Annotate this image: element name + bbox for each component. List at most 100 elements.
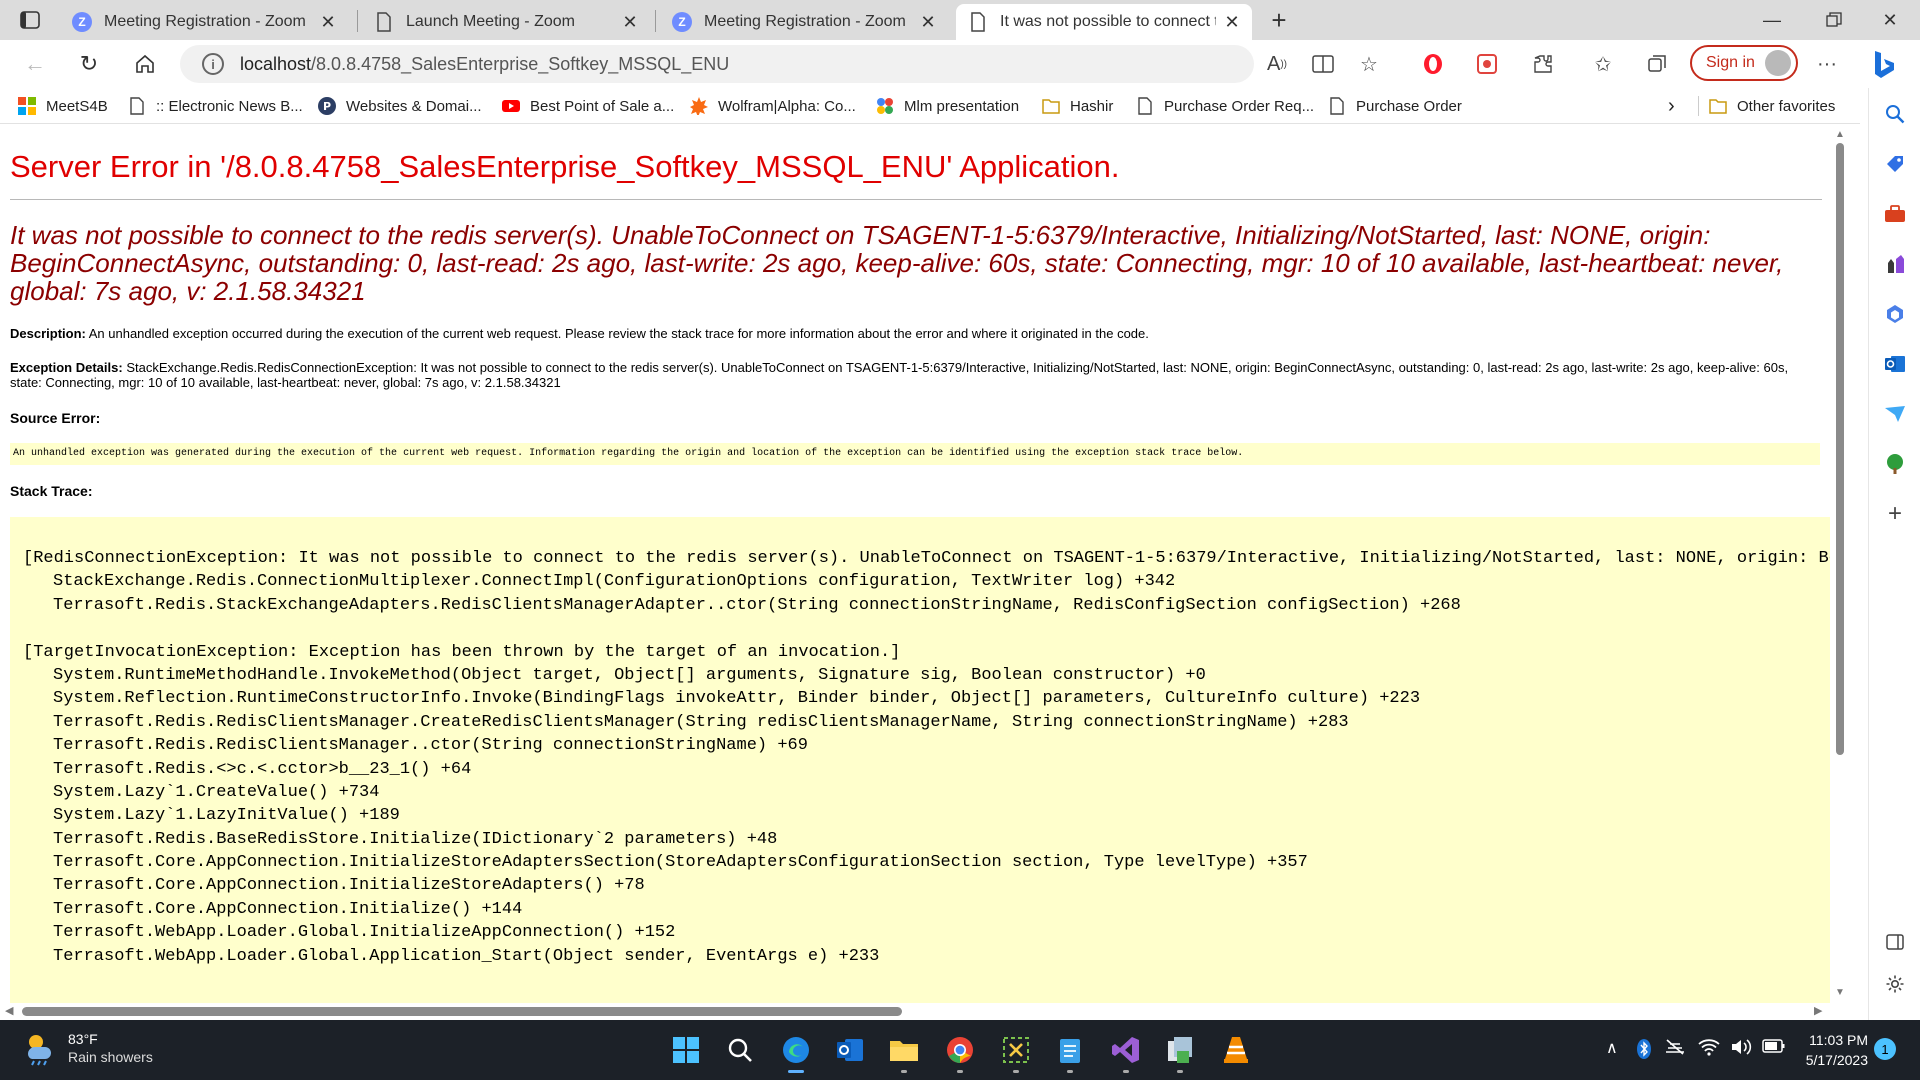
wifi-icon[interactable]	[1698, 1038, 1720, 1061]
running-indicator	[1013, 1070, 1019, 1073]
outlook-app-icon[interactable]	[830, 1030, 870, 1070]
immersive-reader-icon[interactable]	[1308, 50, 1338, 78]
favorite-label: MeetS4B	[46, 97, 108, 115]
chevron-up-icon[interactable]: ∧	[1606, 1038, 1618, 1058]
bluetooth-icon[interactable]	[1636, 1038, 1652, 1065]
weather-widget[interactable]: 83°F Rain showers	[22, 1030, 153, 1066]
scrollbar-thumb[interactable]	[1836, 143, 1844, 755]
network-off-icon[interactable]	[1664, 1038, 1686, 1061]
file-explorer-icon[interactable]	[884, 1030, 924, 1073]
stack-trace-line	[23, 617, 1830, 640]
volume-icon[interactable]	[1730, 1038, 1752, 1061]
outlook-icon[interactable]	[1881, 350, 1909, 378]
favorite-wolfram-alpha[interactable]: Wolfram|Alpha: Co...	[690, 94, 856, 118]
zoom-icon: Z	[672, 12, 692, 32]
restore-icon[interactable]	[1806, 0, 1862, 40]
battery-icon[interactable]	[1762, 1038, 1786, 1059]
split-screen-icon[interactable]	[1881, 928, 1909, 956]
microsoft-365-icon[interactable]	[1881, 300, 1909, 328]
vlc-icon[interactable]	[1216, 1030, 1256, 1070]
visual-studio-icon[interactable]	[1106, 1030, 1146, 1073]
search-icon[interactable]	[720, 1030, 760, 1070]
read-aloud-icon[interactable]: A))	[1262, 50, 1292, 78]
favorite-hashir-folder[interactable]: Hashir	[1042, 94, 1113, 118]
more-options-icon[interactable]: ···	[1812, 50, 1842, 78]
favorite-websites-domains[interactable]: P Websites & Domai...	[318, 94, 482, 118]
page-content: Server Error in '/8.0.8.4758_SalesEnterp…	[0, 125, 1830, 1003]
start-button[interactable]	[666, 1030, 706, 1070]
sign-in-label: Sign in	[1706, 54, 1755, 71]
tab-meeting-registration-1[interactable]: Z Meeting Registration - Zoom ✕	[60, 4, 348, 40]
browser-toolbar: ← ↻ i localhost/8.0.8.4758_SalesEnterpri…	[0, 40, 1920, 88]
exception-details-section: Exception Details: StackExchange.Redis.R…	[10, 360, 1822, 390]
tools-icon[interactable]	[1881, 200, 1909, 228]
favorite-best-pos[interactable]: Best Point of Sale a...	[502, 94, 674, 118]
chevron-right-icon[interactable]: ›	[1668, 94, 1675, 118]
file-manager-icon[interactable]	[1160, 1030, 1200, 1073]
scroll-left-icon[interactable]: ◀	[5, 1004, 13, 1017]
add-icon[interactable]: +	[1881, 500, 1909, 528]
add-favorite-icon[interactable]: ☆	[1354, 50, 1384, 78]
stack-trace-line: StackExchange.Redis.ConnectionMultiplexe…	[53, 572, 1176, 592]
address-bar[interactable]: i localhost/8.0.8.4758_SalesEnterprise_S…	[180, 45, 1254, 83]
chrome-app-icon[interactable]	[940, 1030, 980, 1073]
favorite-electronic-news[interactable]: :: Electronic News B...	[128, 94, 303, 118]
screenshot-extension-icon[interactable]	[1472, 50, 1502, 78]
document-icon	[1138, 97, 1152, 115]
site-info-icon[interactable]: i	[202, 53, 224, 75]
collections-icon[interactable]	[1642, 50, 1672, 78]
stack-trace-label: Stack Trace:	[10, 483, 93, 499]
scrollbar-thumb[interactable]	[22, 1007, 902, 1016]
back-icon[interactable]: ←	[18, 48, 52, 80]
horizontal-scrollbar[interactable]: ◀ ▶	[0, 1003, 1830, 1020]
close-icon[interactable]: ✕	[320, 12, 336, 33]
clock-date: 5/17/2023	[1805, 1052, 1868, 1068]
extensions-icon[interactable]	[1528, 50, 1558, 78]
favorite-meets4b[interactable]: MeetS4B	[18, 94, 108, 118]
snipping-tool-icon[interactable]	[996, 1030, 1036, 1073]
favorites-icon[interactable]: ✩	[1588, 50, 1618, 78]
search-icon[interactable]	[1881, 100, 1909, 128]
favorite-purchase-order[interactable]: Purchase Order	[1328, 94, 1462, 118]
divider	[10, 199, 1822, 200]
opera-extension-icon[interactable]	[1418, 50, 1448, 78]
settings-gear-icon[interactable]	[1881, 970, 1909, 998]
scroll-right-icon[interactable]: ▶	[1814, 1004, 1822, 1017]
close-window-icon[interactable]: ✕	[1862, 0, 1918, 40]
rain-cloud-icon	[27, 1035, 51, 1066]
favorite-label: Best Point of Sale a...	[530, 97, 675, 115]
colorful-icon	[877, 98, 893, 114]
edge-app-icon[interactable]	[776, 1030, 816, 1073]
shopping-tag-icon[interactable]	[1881, 150, 1909, 178]
tab-launch-meeting[interactable]: Launch Meeting - Zoom ✕	[362, 4, 650, 40]
scroll-down-icon[interactable]: ▼	[1835, 987, 1845, 998]
bing-copilot-icon[interactable]	[1864, 44, 1904, 84]
scroll-up-icon[interactable]: ▲	[1835, 129, 1845, 140]
notepad-icon[interactable]	[1050, 1030, 1090, 1073]
send-icon[interactable]	[1881, 400, 1909, 428]
games-icon[interactable]	[1881, 250, 1909, 278]
home-icon[interactable]	[128, 48, 162, 80]
svg-text:P: P	[323, 100, 331, 113]
vertical-scrollbar[interactable]: ▲ ▼	[1830, 125, 1850, 1003]
tab-meeting-registration-2[interactable]: Z Meeting Registration - Zoom ✕	[660, 4, 948, 40]
other-favorites[interactable]: Other favorites	[1698, 94, 1835, 118]
minimize-icon[interactable]: —	[1744, 0, 1800, 40]
running-indicator	[1067, 1070, 1073, 1073]
description-text: An unhandled exception occurred during t…	[88, 326, 1149, 341]
favorite-purchase-order-req[interactable]: Purchase Order Req...	[1136, 94, 1314, 118]
sign-in-button[interactable]: Sign in	[1690, 45, 1798, 81]
favorite-mlm-presentation[interactable]: Mlm presentation	[876, 94, 1019, 118]
tab-actions-icon[interactable]	[14, 8, 46, 32]
clock[interactable]: 11:03 PM 5/17/2023	[1796, 1030, 1868, 1070]
close-icon[interactable]: ✕	[1224, 12, 1240, 33]
stack-trace-box[interactable]: [RedisConnectionException: It was not po…	[10, 517, 1830, 1003]
refresh-icon[interactable]: ↻	[72, 48, 106, 80]
close-icon[interactable]: ✕	[920, 12, 936, 33]
close-icon[interactable]: ✕	[622, 12, 638, 33]
stack-trace-line: Terrasoft.Redis.BaseRedisStore.Initializ…	[53, 829, 778, 849]
new-tab-button[interactable]: +	[1264, 4, 1294, 36]
tree-icon[interactable]	[1881, 450, 1909, 478]
tab-error-page[interactable]: It was not possible to connect to ✕	[956, 4, 1252, 40]
notification-badge[interactable]: 1	[1874, 1038, 1896, 1060]
